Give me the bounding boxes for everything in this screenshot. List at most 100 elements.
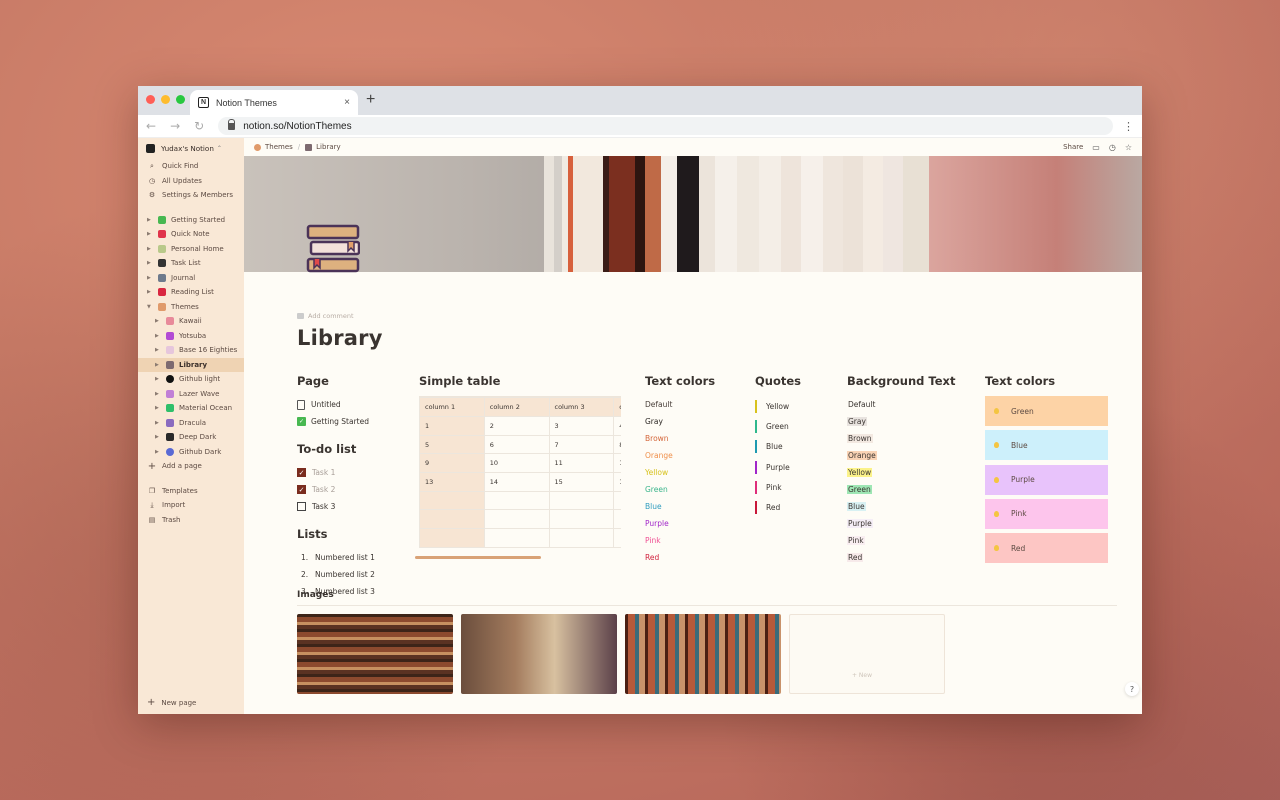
url-input[interactable]: notion.so/NotionThemes [218, 117, 1113, 135]
table-cell[interactable] [613, 528, 621, 548]
table-cell[interactable]: 3 [548, 416, 615, 436]
table-cell[interactable]: 4 [613, 416, 621, 436]
page-link-getting-started[interactable]: ✓ Getting Started [297, 413, 407, 430]
sidebar-page-material-ocean[interactable]: ▶ Material Ocean [138, 401, 244, 416]
add-comment-button[interactable]: Add comment [297, 312, 1089, 320]
breadcrumb-themes[interactable]: Themes [265, 143, 293, 151]
sidebar-page-deep-dark[interactable]: ▶ Deep Dark [138, 430, 244, 445]
expand-toggle-icon[interactable]: ▶ [147, 246, 155, 252]
table-cell[interactable]: 16 [613, 472, 621, 492]
forward-icon[interactable]: → [170, 119, 180, 133]
sidebar-page-reading-list[interactable]: ▶ Reading List [138, 285, 244, 300]
browser-menu-icon[interactable]: ⋮ [1123, 120, 1134, 133]
todo-checkbox[interactable] [297, 502, 306, 511]
close-window-button[interactable] [146, 95, 155, 104]
expand-toggle-icon[interactable]: ▶ [155, 333, 163, 339]
workspace-switcher[interactable]: Yudax's Notion ⌃ [138, 138, 244, 159]
sidebar-page-library[interactable]: ▶ Library [138, 357, 244, 372]
sidebar-page-task-list[interactable]: ▶ Task List [138, 256, 244, 271]
close-tab-icon[interactable]: × [344, 97, 350, 108]
expand-toggle-icon[interactable]: ▶ [147, 260, 155, 266]
table-column-header[interactable]: column 1 [419, 397, 485, 417]
share-button[interactable]: Share [1063, 143, 1083, 151]
favorite-star-icon[interactable]: ☆ [1125, 143, 1132, 152]
table-column-header[interactable]: column 2 [483, 397, 550, 417]
sidebar-item-import[interactable]: ⤓ Import [138, 498, 244, 513]
expand-toggle-icon[interactable]: ▶ [155, 405, 163, 411]
minimize-window-button[interactable] [161, 95, 170, 104]
sidebar-page-personal-home[interactable]: ▶ Personal Home [138, 242, 244, 257]
page-title[interactable]: Library [297, 326, 1089, 350]
expand-toggle-icon[interactable]: ▶ [147, 231, 155, 237]
sidebar-page-github-light[interactable]: ▶ Github light [138, 372, 244, 387]
table-cell[interactable]: 11 [548, 453, 615, 474]
new-page-button[interactable]: + New page [147, 697, 196, 708]
expand-toggle-icon[interactable]: ▶ [155, 434, 163, 440]
sidebar-item-settings-members[interactable]: ⚙ Settings & Members [138, 188, 244, 203]
expand-toggle-icon[interactable]: ▶ [155, 347, 163, 353]
sidebar-item-trash[interactable]: ▤ Trash [138, 513, 244, 528]
callout-red[interactable]: Red [985, 533, 1108, 564]
sidebar-page-lazer-wave[interactable]: ▶ Lazer Wave [138, 387, 244, 402]
callout-green[interactable]: Green [985, 396, 1108, 426]
todo-checkbox[interactable]: ✓ [297, 485, 306, 494]
table-cell[interactable]: 5 [419, 434, 485, 455]
table-cell[interactable] [548, 528, 615, 548]
sidebar-page-kawaii[interactable]: ▶ Kawaii [138, 314, 244, 329]
help-button[interactable]: ? [1125, 682, 1139, 696]
page-link-untitled[interactable]: Untitled [297, 396, 407, 413]
table-cell[interactable] [613, 509, 621, 530]
sidebar-item-quick-find[interactable]: ⌕ Quick Find [138, 159, 244, 174]
browser-tab[interactable]: N Notion Themes × [190, 90, 358, 115]
sidebar-page-dracula[interactable]: ▶ Dracula [138, 416, 244, 431]
sidebar-item-all-updates[interactable]: ◷ All Updates [138, 174, 244, 189]
callout-pink[interactable]: Pink [985, 498, 1108, 529]
sidebar-page-getting-started[interactable]: ▶ Getting Started [138, 213, 244, 228]
expand-toggle-icon[interactable]: ▶ [155, 362, 163, 368]
gallery-image-bookshelf-1[interactable] [297, 614, 453, 694]
gallery-image-bookshelf-2[interactable] [625, 614, 781, 694]
add-page-button[interactable]: + Add a page [138, 459, 244, 474]
table-cell[interactable]: 6 [483, 434, 550, 455]
table-cell[interactable] [483, 509, 550, 530]
table-cell[interactable]: 7 [548, 434, 615, 455]
table-column-header[interactable]: column 4 [613, 397, 621, 417]
todo-checkbox[interactable]: ✓ [297, 468, 306, 477]
expand-toggle-icon[interactable]: ▶ [147, 289, 155, 295]
table-cell[interactable]: 8 [613, 434, 621, 455]
comment-icon[interactable]: ▭ [1092, 143, 1100, 152]
expand-toggle-icon[interactable]: ▶ [147, 217, 155, 223]
table-cell[interactable]: 2 [483, 416, 550, 436]
table-cell[interactable] [548, 509, 615, 530]
table-cell[interactable] [613, 490, 621, 511]
callout-purple[interactable]: Purple [985, 464, 1108, 495]
expand-toggle-icon[interactable]: ▶ [155, 449, 163, 455]
table-cell[interactable]: 1 [419, 416, 485, 436]
sidebar-page-yotsuba[interactable]: ▶ Yotsuba [138, 329, 244, 344]
sidebar-page-journal[interactable]: ▶ Journal [138, 271, 244, 286]
expand-toggle-icon[interactable]: ▶ [147, 275, 155, 281]
sidebar-item-templates[interactable]: ❐ Templates [138, 484, 244, 499]
table-cell[interactable] [419, 509, 485, 530]
table-cell[interactable] [548, 490, 615, 511]
sidebar-page-base-16-eighties[interactable]: ▶ Base 16 Eighties [138, 343, 244, 358]
expand-toggle-icon[interactable]: ▶ [155, 420, 163, 426]
table-cell[interactable]: 13 [419, 472, 485, 492]
table-cell[interactable]: 12 [613, 453, 621, 474]
table-cell[interactable] [419, 490, 485, 511]
callout-blue[interactable]: Blue [985, 430, 1108, 461]
books-page-icon[interactable] [306, 224, 360, 276]
maximize-window-button[interactable] [176, 95, 185, 104]
table-cell[interactable]: 14 [483, 472, 550, 492]
table-cell[interactable]: 10 [483, 453, 550, 474]
sidebar-page-github-dark[interactable]: ▶ Github Dark [138, 445, 244, 460]
collapse-toggle-icon[interactable]: ▼ [147, 304, 155, 310]
table-cell[interactable]: 9 [419, 453, 485, 474]
expand-toggle-icon[interactable]: ▶ [155, 391, 163, 397]
table-cell[interactable] [483, 490, 550, 511]
gallery-image-library-aisle[interactable] [461, 614, 617, 694]
gallery-new-card[interactable]: + New [789, 614, 945, 694]
breadcrumb-library[interactable]: Library [316, 143, 340, 151]
sidebar-page-themes[interactable]: ▼ Themes [138, 300, 244, 315]
history-icon[interactable]: ◷ [1109, 143, 1116, 152]
